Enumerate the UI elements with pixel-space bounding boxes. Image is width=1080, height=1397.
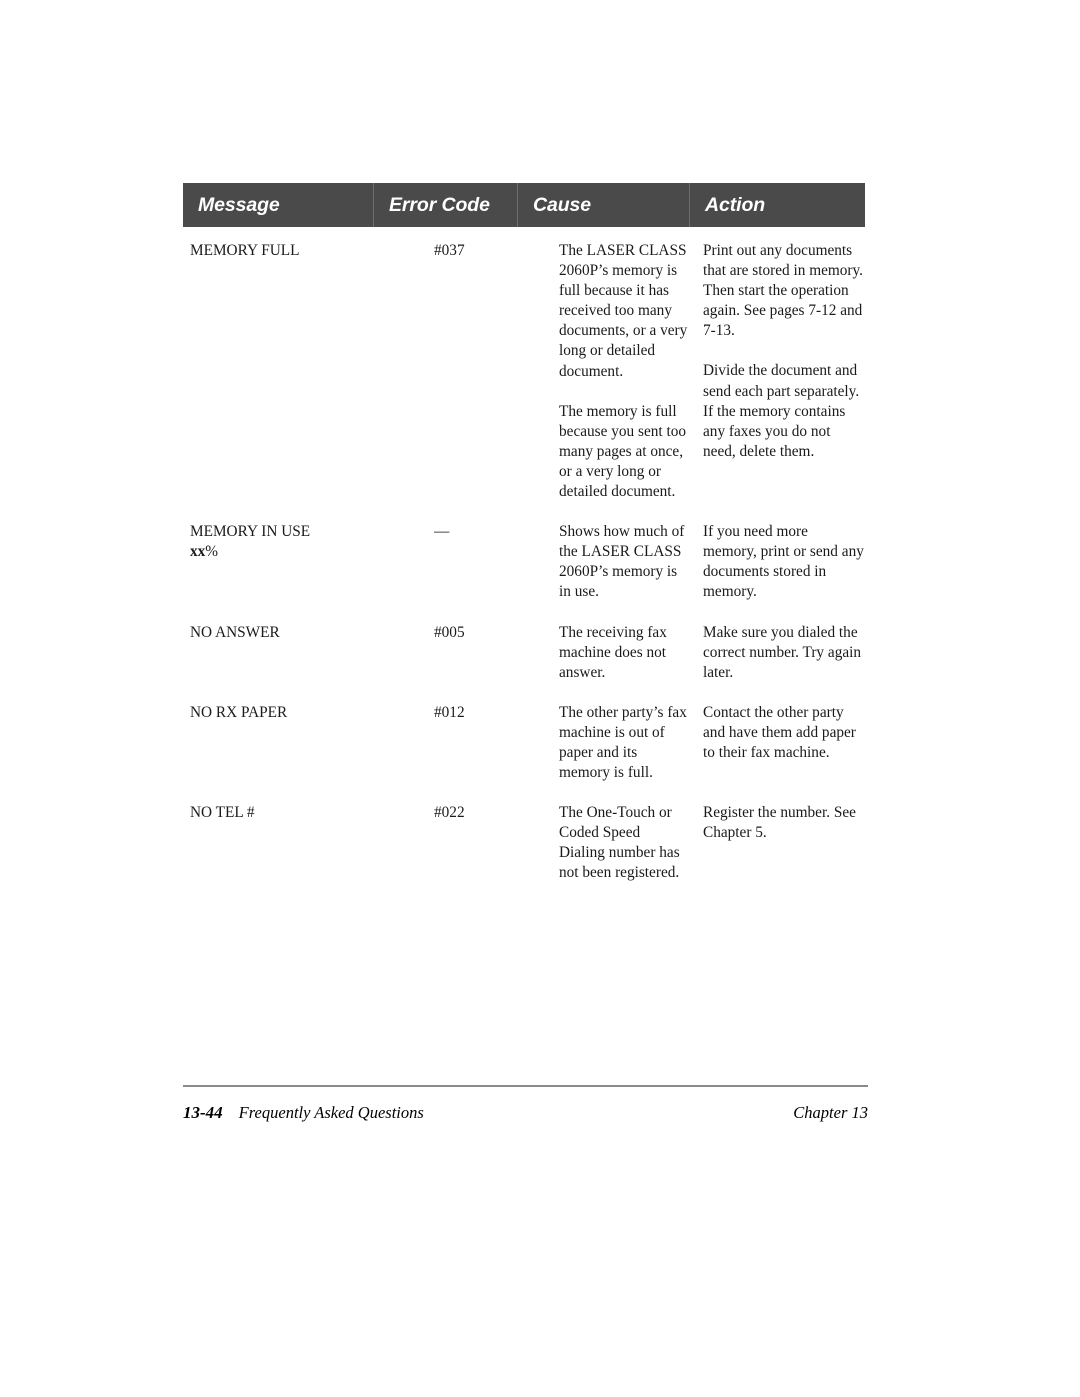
cell-cause: Shows how much of the LASER CLASS 2060P’… (517, 522, 689, 602)
action-text: If you need more memory, print or send a… (703, 523, 864, 601)
error-code-table: Message Error Code Cause Action MEMORY F… (183, 183, 865, 884)
cell-message: MEMORY IN USE xx% (183, 522, 373, 562)
action-text: Make sure you dialed the correct number.… (703, 623, 862, 681)
column-header-action: Action (689, 183, 865, 227)
message-label: NO TEL # (190, 804, 255, 822)
message-label: MEMORY FULL (190, 242, 300, 259)
table-row: NO TEL # #022 The One-Touch or Coded Spe… (183, 803, 865, 883)
cell-cause: The other party’s fax machine is out of … (517, 703, 689, 783)
table-row: MEMORY FULL #037 The LASER CLASS 2060P’s… (183, 241, 865, 502)
cell-action: Register the number. See Chapter 5. (689, 803, 865, 843)
column-header-error-code: Error Code (373, 183, 517, 227)
cause-text: The LASER CLASS 2060P’s memory is full b… (559, 242, 688, 380)
cell-action: If you need more memory, print or send a… (689, 522, 865, 602)
cell-error-code: #037 (434, 242, 465, 259)
message-sublabel-variable: xx (190, 543, 206, 561)
cause-text: The receiving fax machine does not answe… (559, 623, 667, 681)
cell-action: Print out any documents that are stored … (689, 241, 865, 462)
cell-message: NO ANSWER (183, 623, 373, 643)
column-header-message: Message (198, 194, 280, 216)
cell-action: Contact the other party and have them ad… (689, 703, 865, 763)
message-label: NO ANSWER (190, 623, 280, 641)
cell-action: Make sure you dialed the correct number.… (689, 623, 865, 683)
action-text: Contact the other party and have them ad… (703, 703, 856, 761)
cell-message: NO TEL # (183, 803, 373, 823)
cell-error-code: #022 (434, 804, 465, 822)
cause-text: Shows how much of the LASER CLASS 2060P’… (559, 523, 685, 601)
action-text: Print out any documents that are stored … (703, 242, 863, 340)
message-label: NO RX PAPER (190, 703, 288, 721)
footer-content: 13-44 Frequently Asked Questions Chapter… (183, 1103, 868, 1123)
cell-message: MEMORY FULL (183, 241, 373, 261)
cell-error-code: #012 (434, 703, 465, 721)
action-text: Register the number. See Chapter 5. (703, 804, 856, 842)
page-footer: 13-44 Frequently Asked Questions Chapter… (183, 1085, 868, 1123)
footer-section-title: Frequently Asked Questions (238, 1103, 424, 1122)
action-text: Divide the document and send each part s… (703, 362, 860, 460)
cell-message: NO RX PAPER (183, 703, 373, 723)
table-header-row: Message Error Code Cause Action (183, 183, 865, 227)
footer-divider (183, 1085, 868, 1087)
table-row: NO ANSWER #005 The receiving fax machine… (183, 623, 865, 683)
cause-text: The One-Touch or Coded Speed Dialing num… (559, 804, 680, 882)
table-row: MEMORY IN USE xx% — Shows how much of th… (183, 522, 865, 602)
table-body: MEMORY FULL #037 The LASER CLASS 2060P’s… (183, 227, 865, 884)
message-sublabel-unit: % (205, 543, 219, 561)
cause-text: The other party’s fax machine is out of … (559, 703, 687, 782)
footer-page-number: 13-44 (183, 1103, 223, 1122)
footer-chapter-label: Chapter 13 (793, 1103, 868, 1122)
cell-cause: The LASER CLASS 2060P’s memory is full b… (517, 241, 689, 502)
cause-text: The memory is full because you sent too … (559, 402, 687, 501)
cell-error-code: #005 (434, 623, 465, 641)
cell-cause: The receiving fax machine does not answe… (517, 623, 689, 683)
message-label: MEMORY IN USE (190, 523, 311, 541)
column-header-cause: Cause (517, 183, 689, 227)
cell-cause: The One-Touch or Coded Speed Dialing num… (517, 803, 689, 883)
message-sublabel: xx% (190, 542, 373, 562)
table-row: NO RX PAPER #012 The other party’s fax m… (183, 703, 865, 783)
cell-error-code: — (434, 523, 450, 541)
